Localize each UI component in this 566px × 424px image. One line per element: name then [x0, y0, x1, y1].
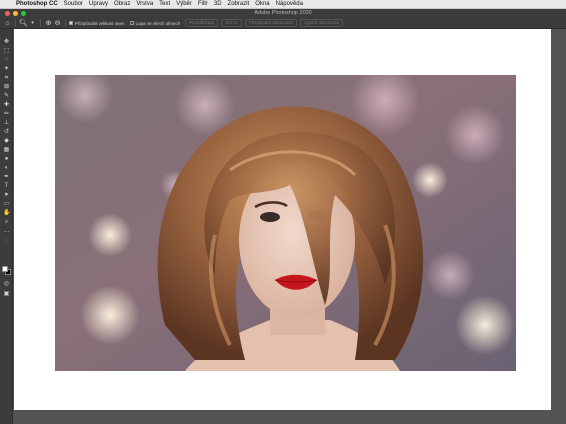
- resize-windows-label: Přizpůsobit velikost oken: [75, 20, 125, 26]
- menu-app-name[interactable]: Photoshop CC: [16, 0, 58, 9]
- title-bar: Adobe Photoshop 2020: [0, 9, 566, 18]
- move-tool-icon[interactable]: ✥: [3, 39, 10, 45]
- window-title: Adobe Photoshop 2020: [254, 10, 312, 16]
- menu-obraz[interactable]: Obraz: [114, 0, 130, 9]
- crop-tool-icon[interactable]: ⌗: [3, 75, 10, 81]
- menu-filtr[interactable]: Filtr: [198, 0, 208, 9]
- menu-napoveda[interactable]: Nápověda: [276, 0, 303, 9]
- quick-mask-icon[interactable]: ◎: [3, 281, 10, 287]
- home-icon[interactable]: ⌂: [3, 19, 12, 28]
- menu-bar: Photoshop CC Soubor Úpravy Obraz Vrstva …: [0, 0, 566, 9]
- all-windows-label: Lupa ve všech oknech: [135, 20, 181, 26]
- zoom-tool-icon[interactable]: ⌕: [3, 219, 10, 225]
- marquee-tool-icon[interactable]: ⬚: [3, 48, 10, 54]
- frame-tool-icon[interactable]: ⊠: [3, 84, 10, 90]
- document-canvas[interactable]: [14, 29, 551, 410]
- rectangle-tool-icon[interactable]: ▭: [3, 201, 10, 207]
- clone-stamp-tool-icon[interactable]: ⊥: [3, 120, 10, 126]
- lasso-tool-icon[interactable]: ◌: [3, 57, 10, 63]
- history-brush-tool-icon[interactable]: ↺: [3, 129, 10, 135]
- menu-text[interactable]: Text: [159, 0, 170, 9]
- menu-soubor[interactable]: Soubor: [64, 0, 83, 9]
- screen-mode-icon[interactable]: ▣: [3, 291, 10, 297]
- fill-screen-button[interactable]: Vyplnit obrazovku: [299, 19, 344, 27]
- eyedropper-tool-icon[interactable]: ✎: [3, 93, 10, 99]
- path-selection-tool-icon[interactable]: ➤: [3, 192, 10, 198]
- fit-screen-button[interactable]: Přizpůsobit obrazovce: [244, 19, 297, 27]
- zoom-tool-preset-icon[interactable]: 🔍︎: [19, 19, 28, 28]
- options-separator: [40, 19, 41, 27]
- menu-upravy[interactable]: Úpravy: [89, 0, 108, 9]
- brush-tool-icon[interactable]: ✏: [3, 111, 10, 117]
- menu-3d[interactable]: 3D: [214, 0, 222, 9]
- menu-zobrazit[interactable]: Zobrazit: [228, 0, 250, 9]
- menu-vrstva[interactable]: Vrstva: [136, 0, 153, 9]
- pen-tool-icon[interactable]: ✒: [3, 174, 10, 180]
- chevron-down-icon[interactable]: ▾: [28, 19, 37, 28]
- portrait-image: [55, 75, 516, 371]
- blur-tool-icon[interactable]: ●: [3, 156, 10, 162]
- menu-vyber[interactable]: Výběr: [176, 0, 192, 9]
- type-tool-icon[interactable]: T: [3, 183, 10, 189]
- eraser-tool-icon[interactable]: ◆: [3, 138, 10, 144]
- canvas-area[interactable]: [14, 29, 566, 424]
- dodge-tool-icon[interactable]: ◐: [3, 165, 10, 171]
- options-bar: ⌂ 🔍︎ ▾ ⊕ ⊖ Přizpůsobit velikost oken Lup…: [0, 18, 566, 29]
- all-windows-checkbox[interactable]: [129, 21, 134, 25]
- foreground-color-swatch[interactable]: [2, 266, 8, 272]
- healing-brush-tool-icon[interactable]: ✚: [3, 102, 10, 108]
- options-separator: [65, 19, 66, 27]
- menu-okna[interactable]: Okna: [255, 0, 269, 9]
- hand-tool-icon[interactable]: ✋: [3, 210, 10, 216]
- more-tools-icon[interactable]: …: [3, 228, 10, 234]
- default-colors-icon[interactable]: ⬛: [3, 238, 10, 244]
- portrait-photo: [55, 75, 516, 371]
- zoom-out-icon[interactable]: ⊖: [53, 19, 62, 28]
- options-separator: [15, 19, 16, 27]
- zoom-100-button[interactable]: 100 %: [220, 19, 242, 27]
- tools-panel: ✥ ⬚ ◌ ✦ ⌗ ⊠ ✎ ✚ ✏ ⊥ ↺ ◆ ▦ ● ◐ ✒ T ➤ ▭ ✋ …: [0, 29, 13, 424]
- gradient-tool-icon[interactable]: ▦: [3, 147, 10, 153]
- magic-wand-tool-icon[interactable]: ✦: [3, 66, 10, 72]
- scrubby-zoom-button[interactable]: Plynulá lupa: [185, 19, 218, 27]
- zoom-in-icon[interactable]: ⊕: [44, 19, 53, 28]
- resize-windows-checkbox[interactable]: [69, 21, 73, 25]
